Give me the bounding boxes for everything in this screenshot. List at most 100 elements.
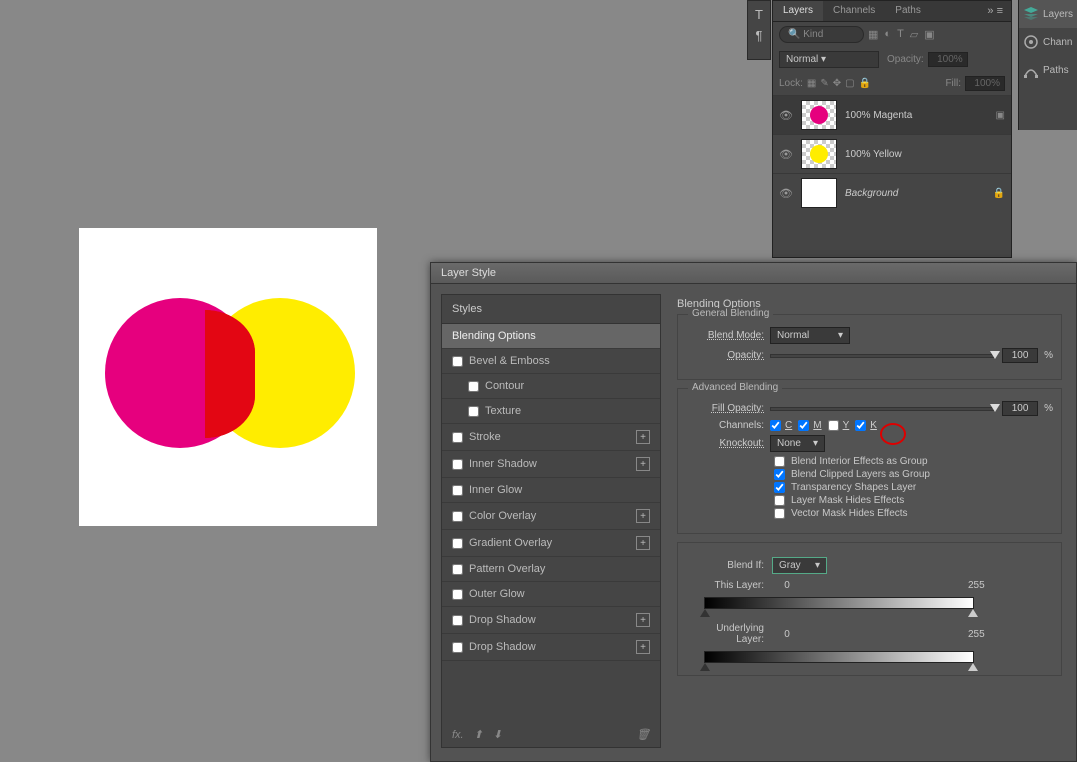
arrow-up-icon[interactable]: ⬆ — [474, 728, 483, 741]
effect-drop-shadow[interactable]: Drop Shadow+ — [442, 607, 660, 634]
lock-all-icon[interactable]: 🔒 — [859, 78, 871, 89]
dock-layers[interactable]: Layers — [1019, 0, 1077, 28]
channel-y-checkbox[interactable] — [828, 420, 839, 431]
add-effect-icon[interactable]: + — [636, 536, 650, 550]
add-effect-icon[interactable]: + — [636, 613, 650, 627]
add-effect-icon[interactable]: + — [636, 509, 650, 523]
paragraph-icon[interactable]: ¶ — [748, 28, 770, 43]
blend-clipped-checkbox[interactable] — [774, 469, 785, 480]
filter-kind-dropdown[interactable]: 🔍 Kind — [779, 26, 864, 43]
filter-type-icon[interactable]: T — [897, 28, 904, 41]
effect-checkbox[interactable] — [452, 642, 463, 653]
effect-checkbox[interactable] — [452, 589, 463, 600]
lock-transparent-icon[interactable]: ▦ — [807, 78, 816, 89]
add-effect-icon[interactable]: + — [636, 640, 650, 654]
effect-bevel-emboss[interactable]: Bevel & Emboss — [442, 349, 660, 374]
layer-name-label[interactable]: Background — [845, 188, 985, 199]
opacity-slider[interactable] — [770, 354, 996, 358]
blend-mode-dropdown[interactable]: Normal ▾ — [779, 51, 879, 68]
channel-c-checkbox[interactable] — [770, 420, 781, 431]
tab-channels[interactable]: Channels — [823, 1, 885, 21]
filter-adjust-icon[interactable]: ◐ — [884, 28, 891, 41]
type-tool-icon[interactable]: T — [748, 7, 770, 22]
channel-m-checkbox[interactable] — [798, 420, 809, 431]
layer-mask-hides-checkbox[interactable] — [774, 495, 785, 506]
gradient-low-handle[interactable] — [700, 663, 710, 671]
vector-mask-hides-checkbox[interactable] — [774, 508, 785, 519]
channel-k-checkbox[interactable] — [855, 420, 866, 431]
lock-artboard-icon[interactable]: ▢ — [845, 78, 854, 89]
dock-channels[interactable]: Chann — [1019, 28, 1077, 56]
gradient-high-handle[interactable] — [968, 609, 978, 617]
effect-checkbox[interactable] — [452, 564, 463, 575]
effect-checkbox[interactable] — [452, 511, 463, 522]
effect-checkbox[interactable] — [452, 356, 463, 367]
tab-layers[interactable]: Layers — [773, 1, 823, 21]
dock-paths[interactable]: Paths — [1019, 56, 1077, 84]
layers-panel: Layers Channels Paths » ≡ 🔍 Kind ▦ ◐ T ▱… — [772, 0, 1012, 258]
fill-opacity-input[interactable]: 100 — [1002, 401, 1038, 416]
effect-blending-options[interactable]: Blending Options — [442, 324, 660, 349]
gradient-high-handle[interactable] — [968, 663, 978, 671]
fill-value[interactable]: 100% — [965, 76, 1005, 91]
layer-item-magenta[interactable]: 👁 100% Magenta ▣ — [773, 95, 1011, 134]
layer-thumbnail[interactable] — [801, 139, 837, 169]
lock-label: Lock: — [779, 78, 803, 89]
transparency-shapes-checkbox[interactable] — [774, 482, 785, 493]
effect-checkbox[interactable] — [452, 615, 463, 626]
panel-more-icon[interactable]: » ≡ — [979, 1, 1011, 21]
effect-contour[interactable]: Contour — [442, 374, 660, 399]
this-layer-gradient[interactable] — [704, 597, 974, 609]
effect-texture[interactable]: Texture — [442, 399, 660, 424]
trash-icon[interactable]: 🗑 — [636, 728, 650, 741]
filter-smart-icon[interactable]: ▣ — [924, 28, 934, 41]
effect-stroke[interactable]: Stroke+ — [442, 424, 660, 451]
layer-thumbnail[interactable] — [801, 178, 837, 208]
filter-shape-icon[interactable]: ▱ — [910, 28, 918, 41]
add-effect-icon[interactable]: + — [636, 430, 650, 444]
blend-interior-checkbox[interactable] — [774, 456, 785, 467]
dialog-title[interactable]: Layer Style — [431, 263, 1076, 284]
effect-pattern-overlay[interactable]: Pattern Overlay — [442, 557, 660, 582]
add-effect-icon[interactable]: + — [636, 457, 650, 471]
effect-drop-shadow-2[interactable]: Drop Shadow+ — [442, 634, 660, 661]
layer-thumbnail[interactable] — [801, 100, 837, 130]
fill-opacity-slider[interactable] — [770, 407, 996, 411]
effect-checkbox[interactable] — [468, 406, 479, 417]
gradient-low-handle[interactable] — [700, 609, 710, 617]
arrow-down-icon[interactable]: ⬇ — [493, 728, 502, 741]
effect-checkbox[interactable] — [452, 485, 463, 496]
layer-name-label[interactable]: 100% Magenta — [845, 110, 988, 121]
knockout-select[interactable]: None▾ — [770, 435, 825, 452]
opacity-value[interactable]: 100% — [928, 52, 968, 67]
layer-item-yellow[interactable]: 👁 100% Yellow — [773, 134, 1011, 173]
underlying-gradient[interactable] — [704, 651, 974, 663]
effect-checkbox[interactable] — [468, 381, 479, 392]
effect-color-overlay[interactable]: Color Overlay+ — [442, 503, 660, 530]
effect-checkbox[interactable] — [452, 432, 463, 443]
opacity-input[interactable]: 100 — [1002, 348, 1038, 363]
effect-gradient-overlay[interactable]: Gradient Overlay+ — [442, 530, 660, 557]
visibility-toggle[interactable]: 👁 — [779, 108, 793, 122]
lock-move-icon[interactable]: ✥ — [833, 78, 841, 89]
layer-item-background[interactable]: 👁 Background 🔒 — [773, 173, 1011, 212]
styles-header[interactable]: Styles — [442, 295, 660, 324]
blend-if-select[interactable]: Gray▾ — [772, 557, 827, 574]
filter-pixel-icon[interactable]: ▦ — [868, 28, 878, 41]
lock-icon[interactable]: 🔒 — [993, 188, 1005, 199]
layer-properties-icon[interactable]: ▣ — [996, 110, 1005, 121]
effect-checkbox[interactable] — [452, 538, 463, 549]
fx-icon[interactable]: fx. — [452, 729, 464, 741]
effect-outer-glow[interactable]: Outer Glow — [442, 582, 660, 607]
effect-inner-shadow[interactable]: Inner Shadow+ — [442, 451, 660, 478]
visibility-toggle[interactable]: 👁 — [779, 186, 793, 200]
underlying-layer-label: Underlying Layer: — [686, 623, 764, 645]
visibility-toggle[interactable]: 👁 — [779, 147, 793, 161]
lock-paint-icon[interactable]: ✎ — [820, 78, 828, 89]
effect-list: Styles Blending Options Bevel & Emboss C… — [441, 294, 661, 748]
tab-paths[interactable]: Paths — [885, 1, 931, 21]
effect-inner-glow[interactable]: Inner Glow — [442, 478, 660, 503]
layer-name-label[interactable]: 100% Yellow — [845, 149, 1005, 160]
effect-checkbox[interactable] — [452, 459, 463, 470]
blend-mode-select[interactable]: Normal▾ — [770, 327, 850, 344]
